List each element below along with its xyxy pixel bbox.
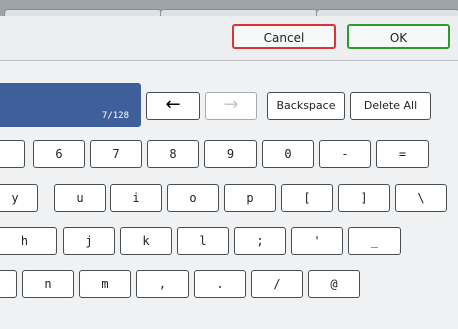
key-at[interactable]: @ [308,270,360,298]
key-y[interactable]: y [0,184,38,212]
key-underscore[interactable]: _ [348,227,401,255]
key-slash[interactable]: / [251,270,303,298]
key-left-bracket[interactable]: [ [281,184,333,212]
key-u[interactable]: u [54,184,106,212]
key-k[interactable]: k [120,227,172,255]
key-9[interactable]: 9 [204,140,257,168]
key-7[interactable]: 7 [90,140,142,168]
key-apostrophe[interactable]: ' [291,227,343,255]
key-minus[interactable]: - [319,140,371,168]
key-right-bracket[interactable]: ] [338,184,390,212]
key-period[interactable]: . [194,270,246,298]
key-8[interactable]: 8 [147,140,199,168]
cursor-right-button[interactable]: → [205,92,257,120]
text-input-field[interactable]: 7/128 [0,83,141,127]
key-semicolon[interactable]: ; [234,227,286,255]
key-comma[interactable]: , [136,270,189,298]
window-top-bar [0,0,458,22]
key-i[interactable]: i [110,184,162,212]
key-o[interactable]: o [167,184,219,212]
key-n[interactable]: n [22,270,74,298]
cancel-button[interactable]: Cancel [232,24,336,49]
key-0[interactable]: 0 [262,140,314,168]
key-6[interactable]: 6 [33,140,85,168]
key[interactable] [0,270,17,298]
delete-all-button[interactable]: Delete All [350,92,431,120]
key-j[interactable]: j [63,227,115,255]
key-backslash[interactable]: \ [395,184,447,212]
cursor-left-button[interactable]: ← [146,92,200,120]
character-counter: 7/128 [101,111,129,121]
key[interactable] [0,140,25,168]
key-equals[interactable]: = [376,140,429,168]
key-p[interactable]: p [224,184,276,212]
backspace-button[interactable]: Backspace [267,92,345,120]
key-l[interactable]: l [177,227,229,255]
ok-button[interactable]: OK [347,24,450,49]
key-h[interactable]: h [0,227,57,255]
key-m[interactable]: m [79,270,131,298]
